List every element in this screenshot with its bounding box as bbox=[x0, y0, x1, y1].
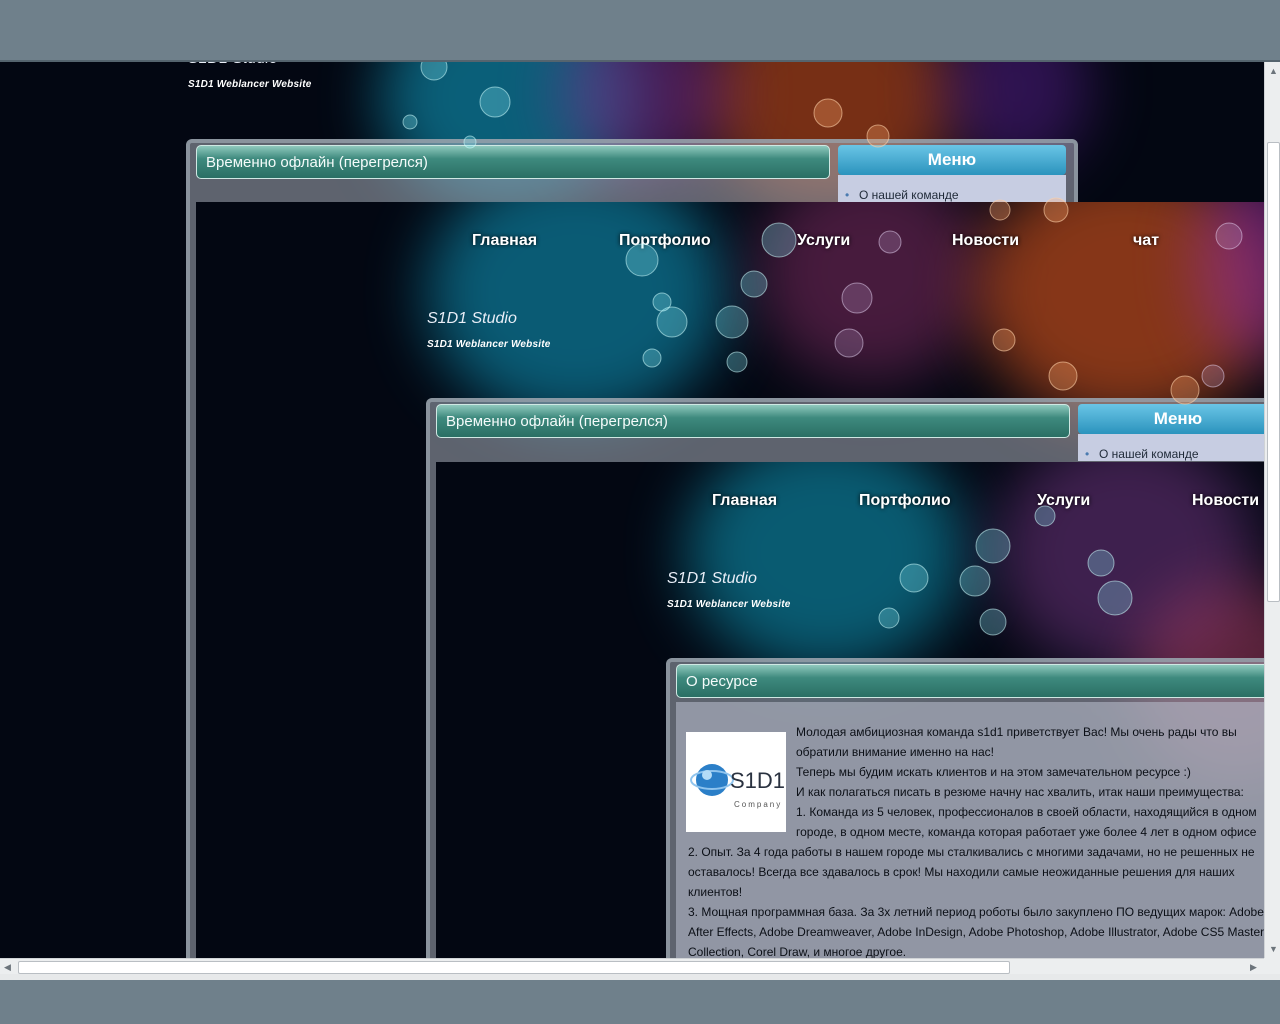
nav-news[interactable]: Новости bbox=[1192, 492, 1259, 510]
scroll-up-icon[interactable]: ▲ bbox=[1269, 66, 1278, 76]
scroll-right-icon[interactable]: ▶ bbox=[1250, 962, 1257, 973]
site-logo-title: S1D1 Studio bbox=[667, 570, 757, 587]
article-paragraph: 1. Команда из 5 человек, профессионалов … bbox=[796, 805, 1257, 839]
scroll-down-icon[interactable]: ▼ bbox=[1269, 944, 1278, 954]
status-title-bar: Временно офлайн (перегрелся) bbox=[196, 145, 830, 179]
vertical-scrollbar[interactable]: ▲ ▼ bbox=[1264, 62, 1280, 958]
status-title-bar: Временно офлайн (перегрелся) bbox=[436, 404, 1070, 438]
menu-body: О нашей команде bbox=[1078, 434, 1264, 461]
nav-news[interactable]: Новости bbox=[952, 232, 1019, 250]
site-logo-title: S1D1 Studio bbox=[188, 62, 278, 68]
company-logo-text: S1D1 bbox=[730, 768, 785, 793]
about-title-bar: О ресурсе bbox=[676, 664, 1264, 698]
nav-home[interactable]: Главная bbox=[712, 492, 777, 510]
browser-toolbar bbox=[0, 0, 1280, 62]
scrollbar-corner bbox=[1264, 958, 1280, 974]
nav-portfolio[interactable]: Портфолио bbox=[619, 232, 711, 250]
company-logo-icon: S1D1 Company bbox=[690, 764, 785, 809]
nav-home[interactable]: Главная bbox=[472, 232, 537, 250]
site-logo-subtitle: S1D1 Weblancer Website bbox=[188, 79, 312, 90]
page-viewport: S1D1 Studio S1D1 Weblancer Website Време… bbox=[0, 62, 1264, 958]
menu-header: Меню bbox=[1078, 404, 1264, 434]
site-logo-subtitle: S1D1 Weblancer Website bbox=[427, 339, 551, 350]
vertical-scroll-thumb[interactable] bbox=[1267, 142, 1280, 602]
about-intro: Молодая амбициозная команда s1d1 приветс… bbox=[796, 722, 1264, 802]
bokeh-glow bbox=[976, 202, 1264, 422]
scroll-left-icon[interactable]: ◀ bbox=[4, 962, 11, 973]
menu-item-about-team[interactable]: О нашей команде bbox=[1085, 447, 1199, 461]
article-paragraph: 2. Опыт. За 4 года работы в нашем городе… bbox=[688, 845, 1255, 899]
nav-services[interactable]: Услуги bbox=[1037, 492, 1090, 510]
company-logo-sub: Company bbox=[734, 800, 782, 809]
company-logo: S1D1 Company bbox=[686, 732, 786, 832]
article-paragraph: Теперь мы будим искать клиентов и на это… bbox=[796, 765, 1191, 779]
nested-page-frame: Главная Портфолио Услуги Новости S1D1 St… bbox=[436, 462, 1264, 958]
nested-page-frame: Главная Портфолио Услуги Новости чат S1D… bbox=[196, 202, 1264, 958]
taskbar bbox=[0, 980, 1280, 1024]
bokeh-glow bbox=[1196, 202, 1264, 362]
menu-item-about-team[interactable]: О нашей команде bbox=[845, 188, 959, 202]
nav-services[interactable]: Услуги bbox=[797, 232, 850, 250]
menu-body: О нашей команде bbox=[838, 175, 1066, 202]
article-paragraph: 3. Мощная программная база. За 3х летний… bbox=[688, 905, 1264, 958]
nav-chat[interactable]: чат bbox=[1133, 232, 1159, 250]
site-logo-subtitle: S1D1 Weblancer Website bbox=[667, 599, 791, 610]
menu-header: Меню bbox=[838, 145, 1066, 175]
article-paragraph: И как полагаться писать в резюме начну н… bbox=[796, 785, 1244, 799]
horizontal-scroll-thumb[interactable] bbox=[18, 961, 1010, 974]
article-paragraph: Молодая амбициозная команда s1d1 приветс… bbox=[796, 725, 1237, 759]
bokeh-glow bbox=[756, 202, 986, 382]
horizontal-scrollbar[interactable]: ◀ ▶ bbox=[0, 958, 1264, 975]
site-logo-title: S1D1 Studio bbox=[427, 310, 517, 327]
nav-portfolio[interactable]: Портфолио bbox=[859, 492, 951, 510]
